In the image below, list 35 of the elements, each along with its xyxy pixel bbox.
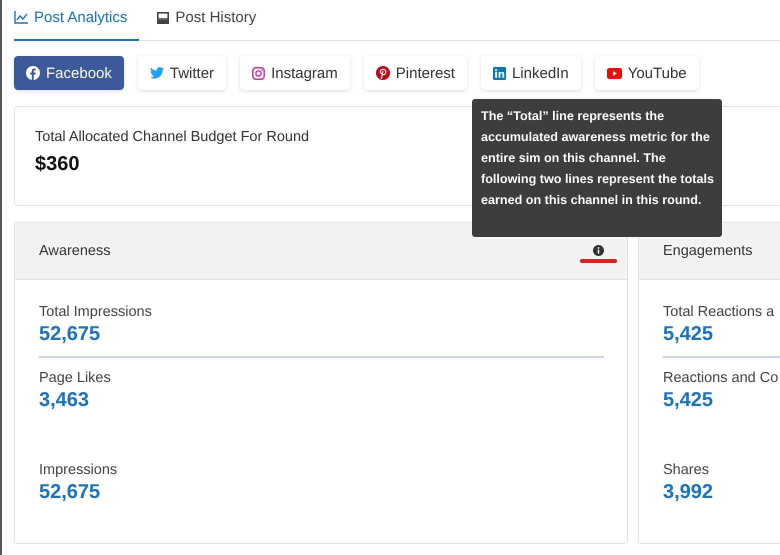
play-icon bbox=[606, 68, 622, 78]
panel-title: Awareness bbox=[39, 243, 110, 259]
panel-title: Engagements bbox=[663, 243, 752, 259]
tab[interactable]: Post Analytics bbox=[14, 0, 140, 41]
tooltip: The “Total” line represents the accumulated awareness metric for the entire sim on this channel. The following two lines represent the totals earned on this channel in this round. bbox=[472, 99, 722, 237]
channel-button[interactable]: LinkedIn bbox=[480, 56, 581, 90]
channel-button[interactable]: Facebook bbox=[14, 56, 124, 90]
metric-value: 52,675 bbox=[39, 323, 102, 346]
underline-mark bbox=[580, 259, 617, 263]
pin-icon bbox=[376, 66, 390, 80]
tab[interactable]: Post History bbox=[157, 0, 258, 41]
channel-button[interactable]: YouTube bbox=[594, 56, 699, 90]
facebook-icon bbox=[26, 66, 40, 80]
metric-value: 3,992 bbox=[663, 481, 714, 504]
channel-button[interactable]: Twitter bbox=[138, 56, 226, 90]
metric-label: Reactions and Co bbox=[663, 370, 780, 386]
metric-value: 5,425 bbox=[663, 389, 714, 412]
budget-label: Total Allocated Channel Budget For Round bbox=[35, 129, 310, 145]
panel-icon bbox=[157, 12, 170, 24]
metric-value: 3,463 bbox=[39, 389, 90, 412]
metric-label: Impressions bbox=[39, 462, 118, 478]
metric-value: 5,425 bbox=[663, 323, 714, 346]
info-icon[interactable] bbox=[593, 245, 604, 256]
channel-button[interactable]: Pinterest bbox=[364, 56, 467, 90]
metric-label: Total Reactions a bbox=[663, 304, 776, 320]
linkedin-icon bbox=[492, 66, 506, 80]
camera-icon bbox=[252, 66, 266, 80]
metric-label: Total Impressions bbox=[39, 304, 153, 320]
chart-icon bbox=[14, 11, 28, 24]
metric-value: 52,675 bbox=[39, 481, 102, 504]
budget-value: $360 bbox=[35, 153, 80, 176]
channel-button[interactable]: Instagram bbox=[240, 56, 350, 90]
metric-label: Shares bbox=[663, 462, 710, 478]
metric-label: Page Likes bbox=[39, 370, 112, 386]
bird-icon bbox=[150, 67, 164, 79]
